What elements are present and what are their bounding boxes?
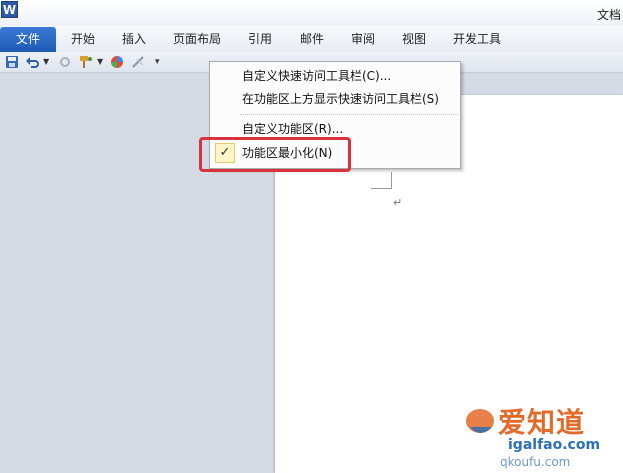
- redo-icon[interactable]: [59, 54, 71, 69]
- document-title: 文档: [596, 8, 621, 22]
- paragraph-mark-icon: ↵: [393, 196, 403, 209]
- format-painter-dropdown-icon[interactable]: ▼: [97, 54, 103, 69]
- tab-file[interactable]: 文件: [0, 27, 56, 52]
- tab-insert[interactable]: 插入: [122, 27, 146, 52]
- undo-dropdown-icon[interactable]: ▼: [43, 54, 49, 69]
- watermark-bird-icon: [466, 409, 494, 433]
- undo-icon[interactable]: [25, 54, 39, 69]
- title-bar: W 文档: [0, 0, 623, 26]
- format-painter-icon[interactable]: [78, 54, 94, 69]
- watermark: 爱知道 igalfao.com qkoufu.com: [460, 395, 620, 471]
- color-circle-icon[interactable]: [110, 54, 124, 69]
- menu-item-label: 在功能区上方显示快速访问工具栏(S): [242, 92, 439, 106]
- tab-view[interactable]: 视图: [402, 27, 426, 52]
- pen-icon[interactable]: [131, 54, 147, 69]
- margin-marker-vertical: [391, 172, 392, 189]
- tab-mailings[interactable]: 邮件: [300, 27, 324, 52]
- customize-dropdown-icon[interactable]: ▾: [155, 54, 160, 69]
- watermark-url: igalfao.com: [508, 437, 601, 453]
- margin-marker-horizontal: [371, 188, 391, 189]
- word-logo-icon[interactable]: W: [1, 1, 18, 18]
- tab-references[interactable]: 引用: [248, 27, 272, 52]
- menu-item-show-qat-above-ribbon[interactable]: 在功能区上方显示快速访问工具栏(S): [210, 88, 460, 110]
- watermark-url-secondary: qkoufu.com: [500, 455, 571, 469]
- watermark-text: 爱知道: [498, 406, 586, 439]
- menu-separator: [240, 114, 458, 115]
- tab-home[interactable]: 开始: [71, 27, 95, 52]
- ribbon-tab-bar: 文件 开始 插入 页面布局 引用 邮件 审阅 视图 开发工具: [0, 26, 623, 53]
- menu-item-customize-qat[interactable]: 自定义快速访问工具栏(C)...: [210, 65, 460, 87]
- save-icon[interactable]: [5, 54, 19, 69]
- tab-developer[interactable]: 开发工具: [453, 27, 501, 52]
- tab-review[interactable]: 审阅: [351, 27, 375, 52]
- tab-page-layout[interactable]: 页面布局: [173, 27, 221, 52]
- highlight-annotation: [199, 137, 351, 172]
- menu-item-label: 自定义快速访问工具栏(C)...: [242, 69, 392, 83]
